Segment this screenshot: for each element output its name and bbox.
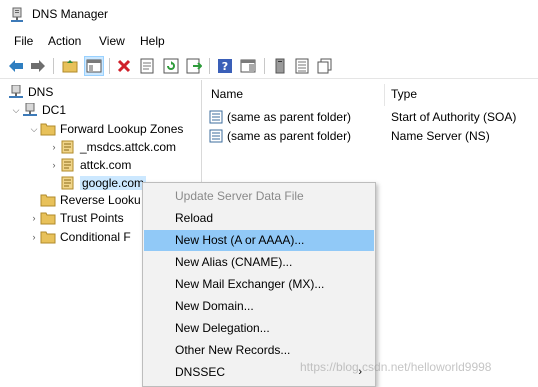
menu-item-new-domain[interactable]: New Domain... <box>144 296 374 317</box>
record-icon <box>209 129 223 143</box>
zone-icon <box>61 176 74 190</box>
menu-view[interactable]: View <box>99 34 125 48</box>
show-hide-console-tree-icon[interactable] <box>84 56 104 76</box>
chevron-right-icon[interactable]: › <box>28 232 40 242</box>
tree-item-zone-google[interactable]: google.com <box>48 174 147 192</box>
watermark: https://blog.csdn.net/helloworld9998 <box>300 360 492 374</box>
title-bar: DNS Manager <box>0 0 538 30</box>
tree-label: _msdcs.attck.com <box>80 140 177 154</box>
chevron-right-icon[interactable]: › <box>48 142 60 152</box>
tree-label: Forward Lookup Zones <box>60 122 184 136</box>
column-header-type[interactable]: Type <box>391 87 417 107</box>
delete-icon[interactable] <box>114 56 134 76</box>
tree-label: attck.com <box>80 158 132 172</box>
menu-item-new-delegation[interactable]: New Delegation... <box>144 318 374 339</box>
tree-item-reverse-lookup-zones[interactable]: Reverse Looku <box>28 191 141 209</box>
menu-item-new-mail-exchanger[interactable]: New Mail Exchanger (MX)... <box>144 274 374 295</box>
menu-help[interactable]: Help <box>140 34 165 48</box>
tree-item-trust-points[interactable]: › Trust Points <box>28 209 124 227</box>
folder-icon <box>40 231 56 244</box>
tree-label: Conditional F <box>60 230 131 244</box>
record-type: Name Server (NS) <box>391 129 490 143</box>
window-title: DNS Manager <box>32 7 109 21</box>
tree-label: Trust Points <box>60 211 124 225</box>
zone-icon <box>61 140 74 154</box>
menu-file[interactable]: File <box>14 34 33 48</box>
tree-item-dns[interactable]: DNS <box>8 83 53 101</box>
tree-item-dc1[interactable]: ⌵ DC1 <box>10 101 66 119</box>
menu-bar: File Action View Help <box>0 31 538 51</box>
tree-item-zone-msdcs[interactable]: › _msdcs.attck.com <box>48 138 177 156</box>
menu-item-new-host[interactable]: New Host (A or AAAA)... <box>144 230 374 251</box>
menu-item-label: DNSSEC <box>175 365 226 379</box>
up-folder-icon[interactable] <box>60 56 80 76</box>
properties-icon[interactable] <box>137 56 157 76</box>
tree-item-zone-attck[interactable]: › attck.com <box>48 156 132 174</box>
tree-item-conditional-forwarders[interactable]: › Conditional F <box>28 228 131 246</box>
refresh-icon[interactable] <box>161 56 181 76</box>
table-row[interactable]: (same as parent folder) <box>209 108 351 126</box>
table-row[interactable]: (same as parent folder) <box>209 127 351 145</box>
chevron-right-icon[interactable]: › <box>48 160 60 170</box>
copy-icon[interactable] <box>315 56 335 76</box>
dns-icon <box>9 85 23 98</box>
menu-action[interactable]: Action <box>48 34 81 48</box>
column-header-name[interactable]: Name <box>211 87 243 107</box>
tree-label: DNS <box>28 85 54 99</box>
server-node-icon <box>23 103 37 116</box>
menu-item-new-alias[interactable]: New Alias (CNAME)... <box>144 252 374 273</box>
list-icon[interactable] <box>292 56 312 76</box>
context-menu: Update Server Data File Reload New Host … <box>142 182 376 387</box>
folder-icon <box>40 123 56 136</box>
record-name: (same as parent folder) <box>227 129 352 143</box>
tree-label: google.com <box>80 176 147 190</box>
export-list-icon[interactable] <box>184 56 204 76</box>
zone-icon <box>61 158 74 172</box>
help-icon[interactable]: ? <box>215 56 235 76</box>
toolbar: ? <box>0 53 538 79</box>
tree-label: DC1 <box>42 103 67 117</box>
back-arrow-icon[interactable] <box>6 56 26 76</box>
record-name: (same as parent folder) <box>227 110 352 124</box>
folder-icon <box>40 194 56 207</box>
chevron-down-icon[interactable]: ⌵ <box>28 124 40 135</box>
dns-server-icon <box>11 7 23 22</box>
chevron-right-icon[interactable]: › <box>28 213 40 223</box>
action-pane-icon[interactable] <box>238 56 258 76</box>
chevron-down-icon[interactable]: ⌵ <box>10 105 22 116</box>
tree-label: Reverse Looku <box>60 193 141 207</box>
menu-item-other-new-records[interactable]: Other New Records... <box>144 340 374 361</box>
forward-arrow-icon[interactable] <box>28 56 48 76</box>
svg-text:?: ? <box>222 60 228 73</box>
record-icon <box>209 110 223 124</box>
record-type: Start of Authority (SOA) <box>391 110 517 124</box>
server-icon[interactable] <box>270 56 290 76</box>
tree-item-forward-lookup-zones[interactable]: ⌵ Forward Lookup Zones <box>28 120 184 138</box>
menu-item-reload[interactable]: Reload <box>144 208 374 229</box>
folder-icon <box>40 212 56 225</box>
menu-item-update-server-data-file[interactable]: Update Server Data File <box>144 186 374 207</box>
